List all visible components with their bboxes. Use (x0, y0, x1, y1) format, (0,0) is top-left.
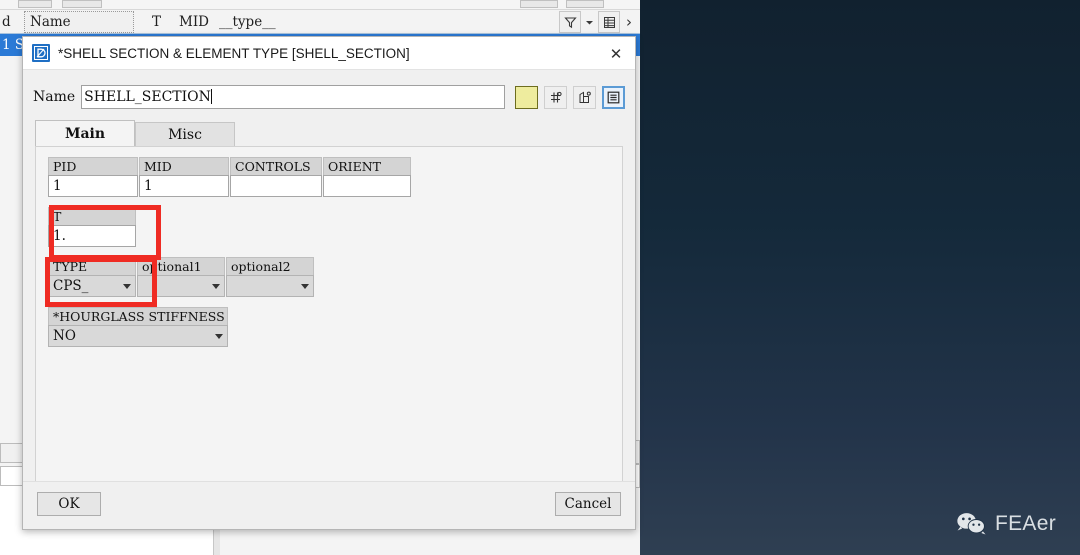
field-row-3: TYPE CPS_ optional1 optional2 (48, 257, 622, 297)
chevron-down-icon[interactable] (583, 11, 596, 33)
field-optional2-label: optional2 (226, 257, 314, 275)
abaqus-keyword-icon (32, 44, 50, 62)
node-edit-icon[interactable] (544, 86, 567, 109)
column-header-t[interactable]: T (134, 11, 174, 33)
dialog-title-bar[interactable]: *SHELL SECTION & ELEMENT TYPE [SHELL_SEC… (23, 37, 635, 70)
column-header-id[interactable]: d (0, 11, 24, 33)
toolbar-fragment-2[interactable] (62, 0, 102, 8)
dialog-footer: OK Cancel (23, 481, 635, 529)
field-controls-label: CONTROLS (230, 157, 322, 175)
table-header-tools: › (559, 11, 636, 33)
field-optional2-select[interactable] (226, 275, 314, 297)
column-header-mid[interactable]: MID (174, 11, 214, 33)
field-optional1: optional1 (137, 257, 225, 297)
field-optional1-select[interactable] (137, 275, 225, 297)
tab-panel-main: PID 1 MID 1 CONTROLS ORIENT (35, 146, 623, 508)
chevron-down-icon (301, 284, 309, 289)
field-type: TYPE CPS_ (48, 257, 136, 297)
field-pid-label: PID (48, 157, 138, 175)
field-row-2: T 1. (48, 207, 622, 247)
dialog-tabs: Main Misc (35, 120, 635, 146)
text-caret (211, 89, 212, 104)
watermark: FEAer (956, 511, 1056, 537)
field-pid-input[interactable]: 1 (48, 175, 138, 197)
color-swatch[interactable] (515, 86, 538, 109)
field-hourglass-stiffness: *HOURGLASS STIFFNESS NO (48, 307, 228, 347)
field-thickness-input[interactable]: 1. (48, 225, 136, 247)
name-input[interactable]: SHELL_SECTION (81, 85, 505, 109)
field-row-4: *HOURGLASS STIFFNESS NO (48, 307, 622, 347)
chevron-down-icon (212, 284, 220, 289)
wechat-icon (956, 511, 986, 537)
toolbar-fragment-3[interactable] (520, 0, 558, 8)
field-type-select[interactable]: CPS_ (48, 275, 136, 297)
table-list-icon[interactable] (602, 86, 625, 109)
field-type-label: TYPE (48, 257, 136, 275)
column-header-type[interactable]: __type__ (214, 11, 364, 33)
field-controls: CONTROLS (230, 157, 322, 197)
toolbar-fragment-4[interactable] (566, 0, 604, 8)
field-orient: ORIENT (323, 157, 411, 197)
ok-button[interactable]: OK (37, 492, 101, 516)
screen-root: FEAer d Name T MID __type__ (0, 0, 1080, 555)
column-header-name[interactable]: Name (24, 11, 134, 33)
field-optional2: optional2 (226, 257, 314, 297)
field-mid-label: MID (139, 157, 229, 175)
shell-section-dialog: *SHELL SECTION & ELEMENT TYPE [SHELL_SEC… (22, 36, 636, 530)
field-optional1-label: optional1 (137, 257, 225, 275)
field-mid: MID 1 (139, 157, 229, 197)
watermark-text: FEAer (995, 512, 1056, 536)
table-header-row: d Name T MID __type__ (0, 10, 640, 34)
columns-grid-icon[interactable] (598, 11, 620, 33)
field-controls-input[interactable] (230, 175, 322, 197)
field-hourglass-value: NO (53, 328, 76, 344)
field-type-value: CPS_ (53, 278, 88, 294)
field-hourglass-select[interactable]: NO (48, 325, 228, 347)
close-icon[interactable]: ✕ (605, 43, 627, 64)
field-row-1: PID 1 MID 1 CONTROLS ORIENT (48, 157, 622, 197)
field-orient-input[interactable] (323, 175, 411, 197)
name-tools (515, 86, 625, 109)
field-mid-input[interactable]: 1 (139, 175, 229, 197)
chevron-down-icon (123, 284, 131, 289)
name-input-value: SHELL_SECTION (84, 89, 211, 105)
toolbar-fragment-1[interactable] (18, 0, 52, 8)
expand-panel-icon[interactable]: › (622, 11, 636, 33)
filter-funnel-icon[interactable] (559, 11, 581, 33)
field-orient-label: ORIENT (323, 157, 411, 175)
dialog-title: *SHELL SECTION & ELEMENT TYPE [SHELL_SEC… (58, 46, 410, 61)
field-hourglass-label: *HOURGLASS STIFFNESS (48, 307, 228, 325)
table-row-label: 1 S (2, 37, 24, 53)
field-thickness: T 1. (48, 207, 136, 247)
tab-misc[interactable]: Misc (135, 122, 235, 146)
name-row: Name SHELL_SECTION (23, 70, 635, 114)
chevron-down-icon (215, 334, 223, 339)
element-edit-icon[interactable] (573, 86, 596, 109)
tab-main[interactable]: Main (35, 120, 135, 146)
name-label: Name (33, 89, 75, 105)
field-thickness-label: T (48, 207, 136, 225)
cancel-button[interactable]: Cancel (555, 492, 621, 516)
field-pid: PID 1 (48, 157, 138, 197)
